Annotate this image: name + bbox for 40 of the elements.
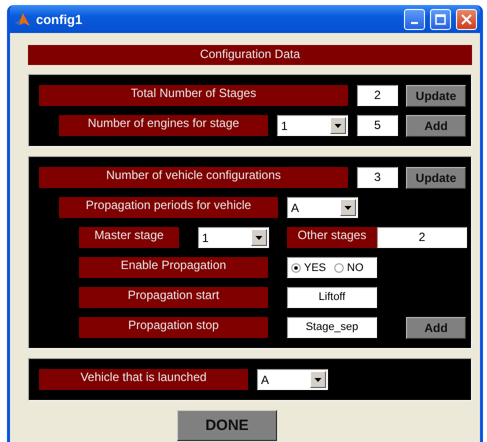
maximize-button[interactable] bbox=[430, 8, 451, 30]
field-label: Propagation stop bbox=[79, 317, 268, 338]
text-field[interactable]: Liftoff bbox=[287, 287, 377, 308]
dropdown[interactable]: A bbox=[257, 369, 328, 390]
caret-icon bbox=[310, 371, 326, 388]
field-label: Master stage bbox=[79, 227, 179, 248]
field-label: Propagation start bbox=[79, 287, 268, 308]
minimize-icon bbox=[411, 22, 418, 24]
field-label: Other stages bbox=[287, 227, 377, 248]
add-button[interactable]: Add bbox=[406, 317, 466, 339]
close-icon bbox=[461, 14, 472, 24]
minimize-button[interactable] bbox=[404, 8, 425, 30]
field-label: Enable Propagation bbox=[79, 257, 268, 278]
text-field[interactable]: Stage_sep bbox=[287, 317, 377, 338]
app-icon bbox=[14, 10, 31, 28]
close-button[interactable] bbox=[456, 8, 477, 30]
update-button[interactable]: Update bbox=[406, 85, 466, 107]
field-label: Vehicle that is launched bbox=[39, 369, 248, 390]
done-button[interactable]: DONE bbox=[177, 410, 277, 441]
caret-icon bbox=[340, 199, 356, 216]
field-label: Total Number of Stages bbox=[39, 85, 348, 106]
number-field[interactable]: 2 bbox=[357, 85, 398, 106]
field-label: Propagation periods for vehicle bbox=[59, 197, 278, 218]
number-field[interactable]: 5 bbox=[357, 115, 398, 136]
dropdown[interactable]: A bbox=[287, 197, 358, 218]
radio-option[interactable]: YES bbox=[291, 262, 326, 274]
field-label: Number of engines for stage bbox=[59, 115, 268, 136]
dropdown[interactable]: 1 bbox=[277, 115, 348, 136]
maximize-icon bbox=[435, 14, 446, 24]
field-label: Number of vehicle configurations bbox=[39, 167, 348, 188]
dropdown[interactable]: 1 bbox=[198, 227, 269, 248]
section-header: Configuration Data bbox=[28, 45, 472, 65]
window-title: config1 bbox=[36, 12, 84, 26]
number-field[interactable]: 2 bbox=[377, 227, 467, 248]
update-button[interactable]: Update bbox=[406, 167, 466, 189]
radio-option[interactable]: NO bbox=[334, 262, 364, 274]
number-field[interactable]: 3 bbox=[357, 167, 398, 188]
caret-icon bbox=[251, 229, 267, 246]
caret-icon bbox=[330, 117, 346, 134]
add-button[interactable]: Add bbox=[406, 115, 466, 137]
